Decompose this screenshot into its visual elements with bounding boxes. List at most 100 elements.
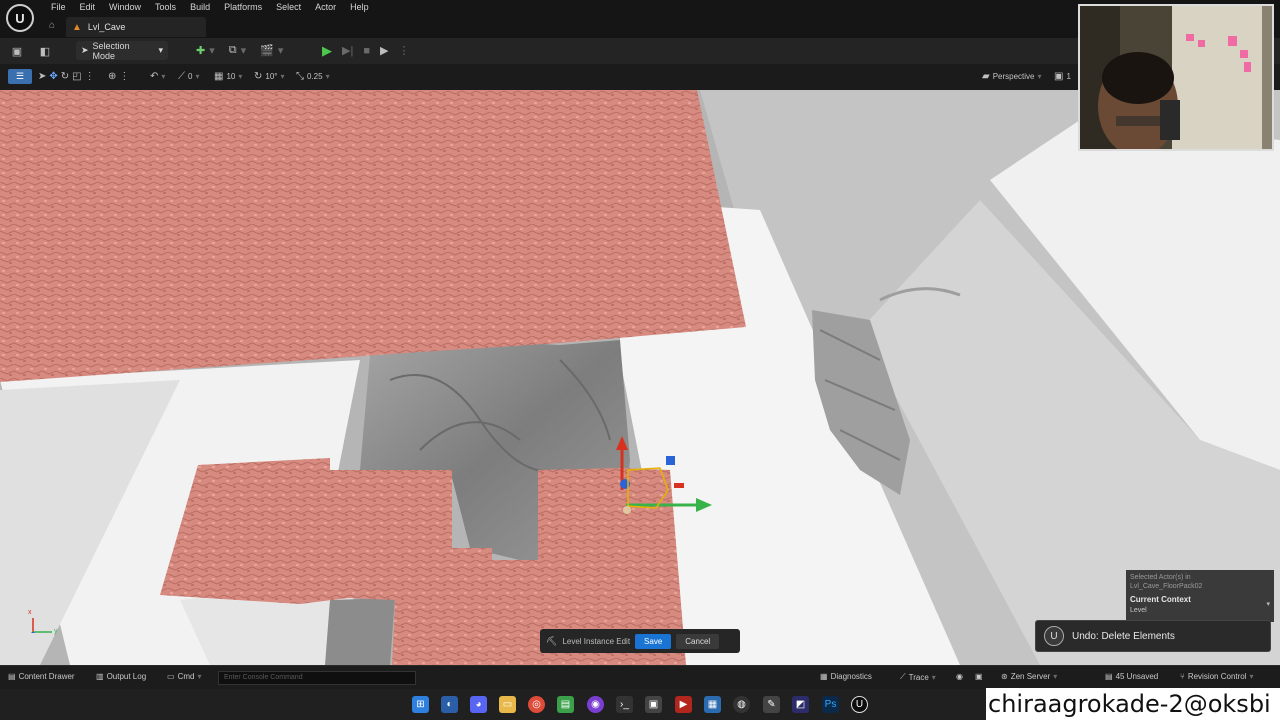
- perspective-label: Perspective: [992, 72, 1035, 81]
- console-command-input[interactable]: Enter Console Command: [218, 671, 416, 685]
- photoshop-icon[interactable]: Ps: [822, 696, 839, 713]
- content-drawer-button[interactable]: ▤ Content Drawer: [8, 672, 75, 681]
- grid-snap-value: 10: [226, 72, 236, 81]
- chrome-icon[interactable]: ◎: [528, 696, 545, 713]
- viewport-layout-value: 1: [1066, 72, 1071, 81]
- unreal-taskbar-icon[interactable]: U: [851, 696, 868, 713]
- surface-snap[interactable]: ↶ ▾: [150, 71, 165, 82]
- discord-icon[interactable]: ◕: [470, 696, 487, 713]
- selected-actor-panel: Selected Actor(s) in Lvl_Cave_FloorPack0…: [1126, 570, 1274, 622]
- chevron-down-icon[interactable]: ▾: [241, 44, 247, 57]
- menu-actor[interactable]: Actor: [308, 0, 343, 16]
- menu-window[interactable]: Window: [102, 0, 148, 16]
- obs-icon[interactable]: ◍: [733, 696, 750, 713]
- axis-x-label: x: [28, 609, 32, 616]
- level-instance-icon: ⛏: [546, 635, 558, 646]
- app-icon[interactable]: ◩: [792, 696, 809, 713]
- screenshot-icon[interactable]: ▣: [975, 672, 983, 681]
- world-local-toggle[interactable]: ⊕ ⋮: [108, 71, 129, 82]
- menu-help[interactable]: Help: [343, 0, 376, 16]
- trace-icon: ⟋: [900, 672, 906, 681]
- unsaved-label: 45 Unsaved: [1115, 672, 1159, 681]
- trace-label: Trace: [908, 672, 929, 682]
- angle-icon: ↻: [254, 71, 263, 82]
- more-icon[interactable]: ⋮: [85, 71, 95, 82]
- scale-snap-icon: ⤡: [296, 71, 304, 82]
- menu-edit[interactable]: Edit: [73, 0, 103, 16]
- upi-watermark: chiraagrokade-2@oksbi: [986, 688, 1280, 720]
- chevron-down-icon[interactable]: ▾: [209, 44, 215, 57]
- notepad-icon[interactable]: ▤: [557, 696, 574, 713]
- chevron-down-icon: ▾: [1037, 72, 1042, 81]
- unsaved-button[interactable]: ▤ 45 Unsaved: [1105, 672, 1158, 681]
- capture-icon[interactable]: ▣: [645, 696, 662, 713]
- log-icon: ▥: [96, 672, 104, 681]
- menu-platforms[interactable]: Platforms: [217, 0, 269, 16]
- cinematics-icon[interactable]: 🎬: [260, 44, 274, 57]
- current-context-value[interactable]: Level: [1130, 606, 1270, 615]
- menu-select[interactable]: Select: [269, 0, 308, 16]
- unreal-logo-icon[interactable]: U: [6, 4, 34, 32]
- chevron-down-icon[interactable]: ▾: [278, 44, 284, 57]
- menu-tools[interactable]: Tools: [148, 0, 183, 16]
- media-icon[interactable]: ▶: [675, 696, 692, 713]
- move-tool-icon[interactable]: ✥: [49, 71, 57, 82]
- viewport-layout[interactable]: ▣ 1: [1054, 71, 1071, 82]
- windows-start-icon[interactable]: ⊞: [412, 696, 429, 713]
- selection-mode-label: Selection Mode: [92, 40, 130, 61]
- angle-snap[interactable]: ↻ 10° ▾: [254, 71, 285, 82]
- axis-y-label: y: [54, 628, 58, 635]
- stop-icon[interactable]: ■: [363, 45, 370, 57]
- file-explorer-icon[interactable]: ▭: [499, 696, 516, 713]
- level-instance-edit-bar: ⛏ Level Instance Edit Save Cancel: [540, 629, 740, 653]
- selection-mode-dropdown[interactable]: ➤ Selection Mode ▾: [76, 40, 168, 61]
- cancel-button[interactable]: Cancel: [676, 633, 720, 649]
- grid-icon: ▦: [214, 71, 224, 82]
- play-icon[interactable]: ▶: [322, 43, 332, 59]
- chevron-down-icon: ▾: [238, 72, 243, 81]
- scale-tool-icon[interactable]: ◰: [72, 71, 81, 82]
- add-actor-group: ✚ ▾ ⧉ ▾ 🎬 ▾: [196, 41, 283, 60]
- zen-server-dropdown[interactable]: ⊛ Zen Server ▾: [1001, 672, 1057, 681]
- select-tool-icon[interactable]: ➤: [38, 71, 46, 82]
- more-icon: ⋮: [119, 71, 130, 82]
- viewport-options-icon[interactable]: ☰: [8, 69, 32, 84]
- record-icon[interactable]: ◉: [956, 672, 963, 681]
- chevron-down-icon: ▾: [197, 672, 202, 681]
- rotate-tool-icon[interactable]: ↻: [61, 71, 69, 82]
- undo-notification: U Undo: Delete Elements: [1035, 620, 1271, 652]
- calculator-icon[interactable]: ▦: [704, 696, 721, 713]
- selected-actor-line1: Selected Actor(s) in: [1130, 574, 1191, 581]
- add-actor-icon[interactable]: ✚: [196, 44, 205, 57]
- chevron-down-icon[interactable]: ▾: [1266, 600, 1270, 608]
- output-log-button[interactable]: ▥ Output Log: [96, 672, 146, 681]
- save-icon[interactable]: ▣: [6, 40, 28, 62]
- play-options-icon[interactable]: ▶: [380, 44, 388, 57]
- diagnostics-button[interactable]: ▦ Diagnostics: [820, 672, 872, 681]
- perspective-dropdown[interactable]: ▰ Perspective ▾: [982, 71, 1042, 82]
- menu-file[interactable]: File: [44, 0, 73, 16]
- chevron-down-icon: ▾: [931, 672, 936, 682]
- grid-snap[interactable]: ▦ 10 ▾: [214, 71, 242, 82]
- tool-icon[interactable]: ✎: [763, 696, 780, 713]
- edge-icon[interactable]: ◐: [441, 696, 458, 713]
- rotation-count[interactable]: ⟋ 0 ▾: [178, 71, 199, 82]
- github-icon[interactable]: ◉: [587, 696, 604, 713]
- chevron-down-icon: ▾: [325, 72, 330, 81]
- trace-dropdown[interactable]: ⟋ Trace ▾: [900, 672, 936, 682]
- content-drawer-label: Content Drawer: [18, 672, 75, 681]
- level-viewport[interactable]: x y: [0, 90, 1280, 665]
- save-button[interactable]: Save: [635, 633, 672, 649]
- terminal-icon[interactable]: ›_: [616, 696, 633, 713]
- blueprint-icon[interactable]: ⧉: [229, 44, 237, 57]
- browse-icon[interactable]: ◧: [34, 40, 56, 62]
- cmd-dropdown[interactable]: ▭ Cmd ▾: [167, 672, 201, 681]
- scale-snap[interactable]: ⤡ 0.25 ▾: [296, 71, 330, 82]
- more-options-icon[interactable]: ⋮: [398, 44, 409, 57]
- menu-build[interactable]: Build: [183, 0, 217, 16]
- level-tab[interactable]: ▲ Lvl_Cave: [66, 17, 206, 37]
- skip-frame-icon[interactable]: ▶|: [342, 44, 353, 57]
- home-icon[interactable]: ⌂: [49, 21, 59, 31]
- diagnostics-icon: ▦: [820, 672, 828, 681]
- revision-control-dropdown[interactable]: ⑂ Revision Control ▾: [1180, 672, 1254, 681]
